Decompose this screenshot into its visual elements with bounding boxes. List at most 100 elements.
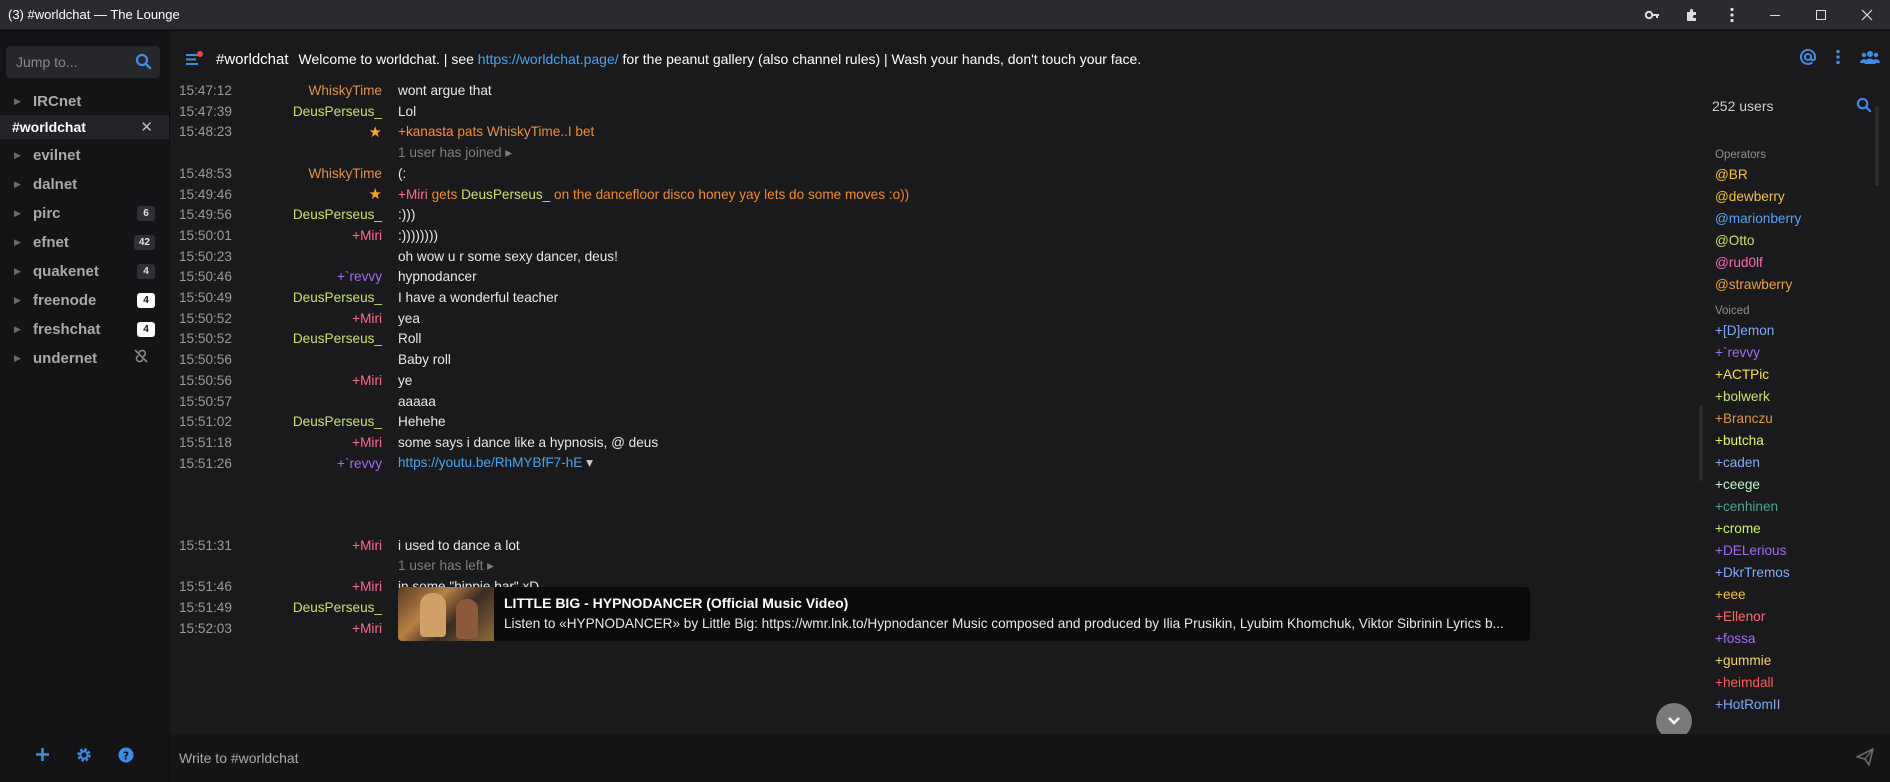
close-icon[interactable]: ✕ <box>140 118 153 136</box>
sidebar-network-evilnet[interactable]: ▶ evilnet <box>0 142 169 168</box>
user-item[interactable]: +Branczu <box>1715 411 1773 426</box>
preview-thumbnail[interactable] <box>398 587 494 641</box>
preview-toggle-icon[interactable]: ▾ <box>582 455 593 470</box>
sidebar-network-dalnet[interactable]: ▶ dalnet <box>0 171 169 197</box>
sidebar-network-efnet[interactable]: ▶ efnet 42 <box>0 229 169 255</box>
user-count: 252 users <box>1712 98 1774 114</box>
user-item[interactable]: +heimdall <box>1715 675 1774 690</box>
message-nick[interactable]: +Miri <box>352 311 382 326</box>
system-message[interactable]: 1 user has left ▸ <box>398 558 494 574</box>
topic-link[interactable]: https://worldchat.page/ <box>478 51 619 67</box>
sidebar-network-pirc[interactable]: ▶ pirc 6 <box>0 200 169 226</box>
user-item[interactable]: @strawberry <box>1715 277 1792 292</box>
chevron-right-icon[interactable]: ▶ <box>14 266 28 277</box>
user-item[interactable]: +HotRomII <box>1715 697 1780 712</box>
chat-scrollbar[interactable] <box>1699 405 1703 481</box>
add-network-icon[interactable] <box>35 747 50 767</box>
message-nick[interactable]: DeusPerseus_ <box>293 207 382 222</box>
send-icon[interactable] <box>1856 748 1874 771</box>
search-icon[interactable] <box>135 53 152 75</box>
user-item[interactable]: +crome <box>1715 521 1761 536</box>
message-nick[interactable]: DeusPerseus_ <box>293 414 382 429</box>
message-text: some says i dance like a hypnosis, @ deu… <box>398 434 659 450</box>
user-item[interactable]: @marionberry <box>1715 211 1801 226</box>
chevron-right-icon[interactable]: ▶ <box>14 353 28 364</box>
user-item[interactable]: +ACTPic <box>1715 367 1769 382</box>
settings-gear-icon[interactable] <box>76 747 92 768</box>
chevron-right-icon[interactable]: ▶ <box>14 324 28 335</box>
system-message[interactable]: 1 user has joined ▸ <box>398 145 512 161</box>
action-target[interactable]: DeusPerseus_ <box>461 187 550 202</box>
message-nick[interactable]: +Miri <box>352 373 382 388</box>
chevron-right-icon[interactable]: ▶ <box>14 208 28 219</box>
user-item[interactable]: @Otto <box>1715 233 1755 248</box>
message-text: +kanasta pats WhiskyTime..I bet <box>398 124 594 139</box>
jump-to-input[interactable] <box>6 46 126 78</box>
chevron-right-icon[interactable]: ▶ <box>14 96 28 107</box>
action-target[interactable]: WhiskyTime <box>487 124 561 139</box>
menu-icon[interactable] <box>184 49 206 69</box>
message-nick[interactable]: DeusPerseus_ <box>293 600 382 615</box>
message-time: 15:51:31 <box>179 537 232 553</box>
close-window-button[interactable] <box>1844 0 1890 30</box>
user-item[interactable]: +eee <box>1715 587 1746 602</box>
message-time: 15:50:01 <box>179 227 232 243</box>
users-toggle-icon[interactable] <box>1860 49 1880 69</box>
user-item[interactable]: +[D]emon <box>1715 323 1774 338</box>
extension-icon[interactable] <box>1672 0 1712 30</box>
key-icon[interactable] <box>1632 0 1672 30</box>
message-input[interactable] <box>179 746 1779 770</box>
message-nick[interactable]: DeusPerseus_ <box>293 104 382 119</box>
user-item[interactable]: +caden <box>1715 455 1760 470</box>
message-link[interactable]: https://youtu.be/RhMYBfF7-hE <box>398 455 582 470</box>
chevron-right-icon[interactable]: ▶ <box>14 295 28 306</box>
message-nick[interactable]: +`revvy <box>337 269 382 284</box>
user-item[interactable]: +DkrTremos <box>1715 565 1790 580</box>
user-item[interactable]: +DELerious <box>1715 543 1786 558</box>
user-item[interactable]: +`revvy <box>1715 345 1760 360</box>
message-nick[interactable]: +Miri <box>352 579 382 594</box>
link-preview[interactable]: LITTLE BIG - HYPNODANCER (Official Music… <box>398 587 1530 641</box>
user-item[interactable]: +fossa <box>1715 631 1755 646</box>
user-item[interactable]: @dewberry <box>1715 189 1785 204</box>
message-nick[interactable]: WhiskyTime <box>308 83 382 98</box>
user-item[interactable]: @BR <box>1715 167 1748 182</box>
action-actor[interactable]: +kanasta <box>398 124 454 139</box>
sidebar-network-undernet[interactable]: ▶ undernet <box>0 345 169 371</box>
minimize-button[interactable] <box>1752 0 1798 30</box>
sidebar-channel-worldchat[interactable]: #worldchat ✕ <box>0 115 169 139</box>
user-item[interactable]: @rud0lf <box>1715 255 1763 270</box>
chevron-right-icon[interactable]: ▶ <box>14 150 28 161</box>
message-nick[interactable]: DeusPerseus_ <box>293 290 382 305</box>
chevron-right-icon[interactable]: ▶ <box>14 237 28 248</box>
action-actor[interactable]: +Miri <box>398 187 428 202</box>
user-search-icon[interactable] <box>1856 97 1872 118</box>
more-vertical-icon[interactable] <box>1712 0 1752 30</box>
message-nick[interactable]: +Miri <box>352 228 382 243</box>
sidebar-network-freenode[interactable]: ▶ freenode 4 <box>0 287 169 313</box>
sidebar-network-ircnet[interactable]: ▶ IRCnet <box>0 88 169 114</box>
message-nick[interactable]: +Miri <box>352 538 382 553</box>
network-name: freshchat <box>33 320 101 338</box>
user-item[interactable]: +gummie <box>1715 653 1771 668</box>
user-item[interactable]: +cenhinen <box>1715 499 1778 514</box>
user-item[interactable]: +Ellenor <box>1715 609 1765 624</box>
user-item[interactable]: +ceege <box>1715 477 1760 492</box>
sidebar-network-freshchat[interactable]: ▶ freshchat 4 <box>0 316 169 342</box>
message-nick[interactable]: WhiskyTime <box>308 166 382 181</box>
user-item[interactable]: +bolwerk <box>1715 389 1770 404</box>
mentions-icon[interactable] <box>1800 48 1817 69</box>
message-nick[interactable]: +`revvy <box>337 456 382 471</box>
sidebar-network-quakenet[interactable]: ▶ quakenet 4 <box>0 258 169 284</box>
message-text: Lol <box>398 103 417 119</box>
channel-options-icon[interactable] <box>1836 49 1840 69</box>
message-nick[interactable]: +Miri <box>352 621 382 636</box>
network-name: quakenet <box>33 262 99 280</box>
userlist-scrollbar[interactable] <box>1875 106 1879 186</box>
message-nick[interactable]: DeusPerseus_ <box>293 331 382 346</box>
help-icon[interactable]: ? <box>118 747 134 768</box>
maximize-button[interactable] <box>1798 0 1844 30</box>
message-nick[interactable]: +Miri <box>352 435 382 450</box>
chevron-right-icon[interactable]: ▶ <box>14 179 28 190</box>
user-item[interactable]: +butcha <box>1715 433 1764 448</box>
